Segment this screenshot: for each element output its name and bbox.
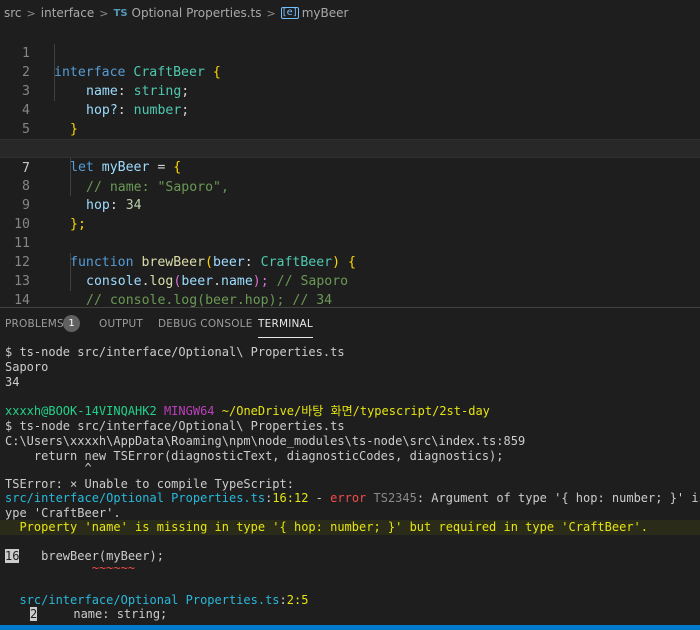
terminal-line: $ ts-node src/interface/Optional\ Proper…: [5, 345, 345, 359]
prompt-path: ~/OneDrive/바탕 화면/typescript/2st-day: [221, 404, 490, 418]
error-message: : Argument of type '{ hop: number; }' is…: [416, 491, 700, 505]
code-line[interactable]: 5: [0, 101, 700, 137]
terminal-error-line: src/interface/Optional Properties.ts:16:…: [5, 491, 700, 506]
chevron-right-icon: >: [266, 6, 276, 20]
prompt-system: MINGW64: [163, 404, 215, 418]
code-line[interactable]: 1 interface CraftBeer {: [0, 25, 700, 80]
terminal-text: -: [308, 491, 331, 505]
terminal-output[interactable]: $ ts-node src/interface/Optional\ Proper…: [0, 340, 700, 624]
terminal-line: ^: [5, 461, 92, 475]
terminal-code-frame: 2 name: string;: [5, 607, 167, 622]
terminal-line: Property 'name' is missing in type '{ ho…: [5, 520, 648, 534]
terminal-line: TSError: × Unable to compile TypeScript:: [5, 477, 294, 491]
code-line[interactable]: 4 }: [0, 82, 700, 137]
code-line[interactable]: 12 console.log(beer.name); // Saporo: [0, 234, 700, 289]
chevron-right-icon: >: [26, 6, 36, 20]
terminal-prompt: xxxxh@BOOK-14VINQAHK2 MINGW64 ~/OneDrive…: [5, 404, 490, 419]
location-file-link[interactable]: src/interface/Optional Properties.ts: [5, 593, 279, 607]
tab-output[interactable]: OUTPUT: [99, 318, 143, 330]
code-line[interactable]: 6 let myBeer = {: [0, 120, 700, 175]
tab-problems[interactable]: PROBLEMS: [5, 318, 64, 330]
code-line[interactable]: 10: [0, 196, 700, 232]
typescript-file-icon: TS: [113, 7, 128, 19]
code-line[interactable]: 3 hop?: number;: [0, 63, 700, 118]
terminal-text: :: [279, 593, 287, 607]
tab-debug-console[interactable]: DEBUG CONSOLE: [158, 318, 253, 330]
terminal-line: $ ts-node src/interface/Optional\ Proper…: [5, 419, 345, 433]
code-editor[interactable]: 1 interface CraftBeer { 2 name: string; …: [0, 24, 700, 308]
code-line[interactable]: 11 function brewBeer(beer: CraftBeer) {: [0, 215, 700, 270]
code-line[interactable]: 15: [0, 291, 700, 308]
code-line[interactable]: 9 };: [0, 177, 700, 232]
error-label: error: [330, 491, 367, 505]
code-line-current[interactable]: 7 // name: "Saporo",: [0, 139, 700, 195]
breadcrumb-file[interactable]: Optional Properties.ts: [132, 6, 262, 20]
error-file-link[interactable]: src/interface/Optional Properties.ts: [5, 491, 265, 505]
code-line[interactable]: 13 // console.log(beer.hop); // 34: [0, 253, 700, 308]
terminal-line: ype 'CraftBeer'.: [5, 506, 121, 520]
terminal-line: Saporo: [5, 360, 49, 374]
location-position: 2:5: [286, 593, 309, 607]
code-line[interactable]: 2 name: string;: [0, 44, 700, 99]
code-line[interactable]: 8 hop: 34: [0, 158, 700, 213]
chevron-right-icon: >: [99, 6, 109, 20]
error-code: TS2345: [366, 491, 417, 505]
terminal-location-line: src/interface/Optional Properties.ts:2:5: [5, 593, 308, 608]
error-position: 16:12: [272, 491, 309, 505]
breadcrumb-interface[interactable]: interface: [41, 6, 95, 20]
breadcrumb-symbol[interactable]: myBeer: [302, 6, 349, 20]
panel-tabs: PROBLEMS 1 OUTPUT DEBUG CONSOLE TERMINAL: [0, 308, 700, 340]
variable-symbol-icon: [e]: [280, 7, 299, 19]
code-frame-text: name: string;: [37, 607, 168, 621]
problems-count-badge: 1: [63, 315, 80, 332]
prompt-user: xxxxh@BOOK-14VINQAHK2: [5, 404, 157, 418]
breadcrumb: src > interface > TS Optional Properties…: [0, 0, 700, 26]
terminal-line: 34: [5, 375, 20, 389]
code-line[interactable]: 14 }: [0, 272, 700, 308]
error-squiggle: ~~~~~~: [5, 561, 136, 575]
status-bar: [0, 625, 700, 630]
tab-terminal[interactable]: TERMINAL: [258, 318, 313, 338]
terminal-line: C:\Users\xxxxh\AppData\Roaming\npm\node_…: [5, 434, 526, 448]
breadcrumb-src[interactable]: src: [4, 6, 22, 20]
